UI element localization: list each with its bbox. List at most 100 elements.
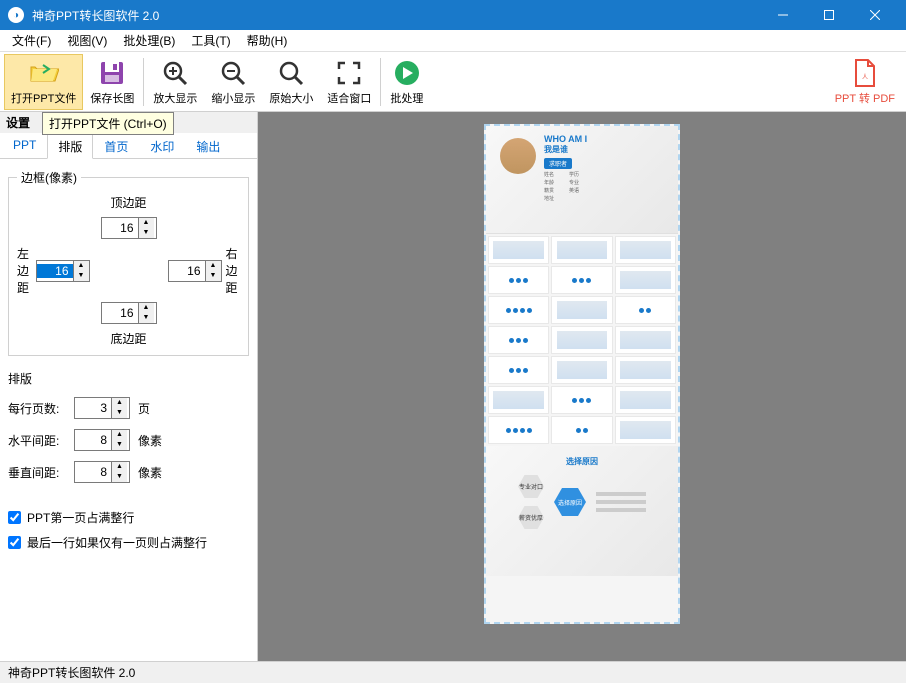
spin-up-icon[interactable]: ▲ — [112, 462, 127, 472]
thumb — [551, 386, 612, 414]
spin-up-icon[interactable]: ▲ — [206, 261, 221, 271]
thumb — [551, 416, 612, 444]
spin-up-icon[interactable]: ▲ — [139, 218, 154, 228]
fit-icon — [333, 57, 365, 89]
minimize-button[interactable] — [760, 0, 806, 30]
menubar: 文件(F) 视图(V) 批处理(B) 工具(T) 帮助(H) — [0, 30, 906, 52]
reason-title: 选择原因 — [566, 456, 598, 467]
spin-down-icon[interactable]: ▼ — [112, 472, 127, 482]
thumb — [488, 296, 549, 324]
spin-down-icon[interactable]: ▼ — [74, 271, 89, 281]
left-margin-input[interactable]: ▲▼ — [36, 260, 90, 282]
spin-down-icon[interactable]: ▼ — [112, 440, 127, 450]
separator — [143, 58, 144, 106]
tab-output[interactable]: 输出 — [185, 134, 231, 159]
thumb — [488, 386, 549, 414]
preview-image: WHO AM I 我是谁 求职者 姓名 学历年龄 专业籍贯 英语地址 — [484, 124, 680, 624]
thumb — [615, 236, 676, 264]
toolbar: 打开PPT文件 保存长图 放大显示 缩小显示 原始大小 适合窗口 批处理 人 P… — [0, 52, 906, 112]
menu-view[interactable]: 视图(V) — [59, 30, 115, 51]
thumb — [488, 356, 549, 384]
thumb — [615, 386, 676, 414]
thumbnails — [486, 234, 678, 446]
top-label: 顶边距 — [110, 194, 146, 211]
batch-button[interactable]: 批处理 — [383, 54, 430, 110]
slide-cover: WHO AM I 我是谁 求职者 姓名 学历年龄 专业籍贯 英语地址 — [486, 126, 678, 234]
vspace-input[interactable]: ▲▼ — [74, 461, 130, 483]
spin-up-icon[interactable]: ▲ — [112, 430, 127, 440]
maximize-button[interactable] — [806, 0, 852, 30]
separator — [380, 58, 381, 106]
magnifier-icon — [275, 57, 307, 89]
thumb — [615, 356, 676, 384]
info-text: 姓名 学历年龄 专业籍贯 英语地址 — [544, 171, 587, 203]
tooltip: 打开PPT文件 (Ctrl+O) — [42, 112, 174, 135]
thumb — [488, 266, 549, 294]
app-icon: ◑ — [8, 7, 24, 23]
zoomout-icon — [217, 57, 249, 89]
folder-open-icon — [28, 57, 60, 89]
pdf-icon: 人 — [849, 57, 881, 89]
bottom-label: 底边距 — [110, 330, 146, 347]
originalsize-button[interactable]: 原始大小 — [262, 54, 320, 110]
zoomin-label: 放大显示 — [153, 90, 197, 106]
preview-area[interactable]: WHO AM I 我是谁 求职者 姓名 学历年龄 专业籍贯 英语地址 — [258, 112, 906, 661]
hex-item: 薪资优厚 — [518, 506, 544, 529]
slide-reasons: 选择原因 专业对口 薪资优厚 选择原因 — [486, 446, 678, 576]
hex-item: 专业对口 — [518, 475, 544, 498]
batch-label: 批处理 — [390, 90, 423, 106]
zoomout-label: 缩小显示 — [211, 90, 255, 106]
open-ppt-button[interactable]: 打开PPT文件 — [4, 54, 83, 110]
pdf-button[interactable]: 人 PPT 转 PDF — [828, 54, 902, 110]
spin-up-icon[interactable]: ▲ — [74, 261, 89, 271]
thumb — [488, 326, 549, 354]
thumb — [551, 236, 612, 264]
menu-file[interactable]: 文件(F) — [4, 30, 59, 51]
hspace-input[interactable]: ▲▼ — [74, 429, 130, 451]
right-margin-input[interactable]: ▲▼ — [168, 260, 222, 282]
save-button[interactable]: 保存长图 — [83, 54, 141, 110]
open-label: 打开PPT文件 — [11, 90, 76, 106]
svg-text:人: 人 — [862, 74, 868, 81]
thumb — [615, 326, 676, 354]
tabs: PPT 排版 首页 水印 输出 — [0, 133, 257, 159]
settings-panel: 设置 打开PPT文件 (Ctrl+O) PPT 排版 首页 水印 输出 边框(像… — [0, 112, 258, 661]
tab-layout[interactable]: 排版 — [47, 134, 93, 159]
avatar — [500, 138, 536, 174]
menu-tools[interactable]: 工具(T) — [183, 30, 238, 51]
thumb — [615, 296, 676, 324]
vspace-label: 垂直间距: — [8, 464, 74, 481]
zoomin-button[interactable]: 放大显示 — [146, 54, 204, 110]
thumb — [488, 416, 549, 444]
menu-help[interactable]: 帮助(H) — [239, 30, 296, 51]
titlebar: ◑ 神奇PPT转长图软件 2.0 — [0, 0, 906, 30]
spin-down-icon[interactable]: ▼ — [206, 271, 221, 281]
spin-up-icon[interactable]: ▲ — [139, 303, 154, 313]
spin-down-icon[interactable]: ▼ — [139, 228, 154, 238]
perrow-label: 每行页数: — [8, 400, 74, 417]
last-full-checkbox[interactable] — [8, 536, 21, 549]
fitwindow-button[interactable]: 适合窗口 — [320, 54, 378, 110]
perrow-input[interactable]: ▲▼ — [74, 397, 130, 419]
tab-watermark[interactable]: 水印 — [139, 134, 185, 159]
close-button[interactable] — [852, 0, 898, 30]
pdf-label: PPT 转 PDF — [835, 90, 895, 106]
status-text: 神奇PPT转长图软件 2.0 — [8, 664, 135, 681]
left-label: 左边距 — [17, 245, 32, 296]
thumb — [615, 416, 676, 444]
spin-down-icon[interactable]: ▼ — [112, 408, 127, 418]
top-margin-input[interactable]: ▲▼ — [101, 217, 157, 239]
zoomin-icon — [159, 57, 191, 89]
menu-batch[interactable]: 批处理(B) — [115, 30, 183, 51]
first-full-checkbox[interactable] — [8, 511, 21, 524]
spin-down-icon[interactable]: ▼ — [139, 313, 154, 323]
spin-up-icon[interactable]: ▲ — [112, 398, 127, 408]
tab-ppt[interactable]: PPT — [2, 134, 47, 159]
zoomout-button[interactable]: 缩小显示 — [204, 54, 262, 110]
tab-cover[interactable]: 首页 — [93, 134, 139, 159]
save-icon — [96, 57, 128, 89]
bottom-margin-input[interactable]: ▲▼ — [101, 302, 157, 324]
fitwindow-label: 适合窗口 — [327, 90, 371, 106]
perrow-unit: 页 — [138, 400, 150, 417]
thumb — [551, 356, 612, 384]
